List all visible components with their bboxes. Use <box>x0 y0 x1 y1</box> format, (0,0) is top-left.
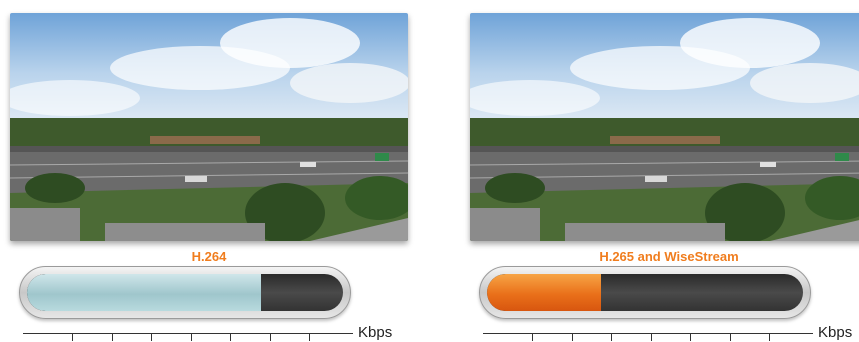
bitrate-axis-h264: Kbps <box>23 324 392 342</box>
codec-label-h264: H.264 <box>191 249 227 264</box>
axis-tick <box>729 333 731 341</box>
h264-panel: H.264 Kbps <box>10 0 410 342</box>
codec-label-h265-wisestream: H.265 and WiseStream <box>599 249 739 264</box>
axis-tick <box>532 333 534 341</box>
axis-tick <box>190 333 192 341</box>
axis-tick <box>309 333 311 341</box>
axis-unit-label: Kbps <box>818 324 853 341</box>
axis-unit-label: Kbps <box>358 324 393 341</box>
bitrate-track <box>27 274 343 311</box>
axis-tick <box>690 333 692 341</box>
bitrate-fill-h264 <box>27 274 261 311</box>
axis-tick <box>571 333 573 341</box>
highway-photo-image <box>470 13 859 241</box>
bitrate-bar-h265 <box>479 266 811 319</box>
bitrate-track <box>487 274 803 311</box>
h265-panel: H.265 and WiseStream Kbps <box>470 0 859 342</box>
axis-tick <box>72 333 74 341</box>
axis-tick <box>111 333 113 341</box>
bitrate-bar-h264 <box>19 266 351 319</box>
bitrate-axis-h265: Kbps <box>483 324 852 342</box>
bitrate-fill-h265 <box>487 274 601 311</box>
axis-tick <box>151 333 153 341</box>
axis-tick <box>650 333 652 341</box>
axis-tick <box>230 333 232 341</box>
highway-photo <box>10 13 408 241</box>
highway-photo <box>470 13 859 241</box>
axis-tick <box>611 333 613 341</box>
axis-tick <box>769 333 771 341</box>
axis-tick <box>269 333 271 341</box>
highway-photo-image <box>10 13 408 241</box>
